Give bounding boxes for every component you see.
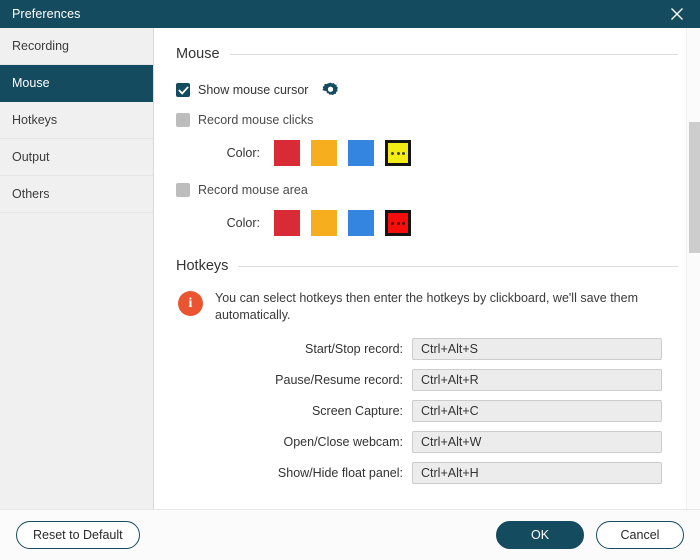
hotkey-row: Show/Hide float panel: Ctrl+Alt+H bbox=[176, 462, 678, 484]
color-label: Color: bbox=[226, 216, 260, 230]
record-mouse-clicks-checkbox[interactable] bbox=[176, 113, 190, 127]
hotkey-row: Open/Close webcam: Ctrl+Alt+W bbox=[176, 431, 678, 453]
section-divider bbox=[229, 53, 678, 55]
record-mouse-clicks-row: Record mouse clicks bbox=[176, 108, 678, 132]
color-label: Color: bbox=[226, 146, 260, 160]
sidebar-item-label: Output bbox=[12, 150, 50, 164]
hotkey-input-start-stop-record[interactable]: Ctrl+Alt+S bbox=[412, 338, 662, 360]
sidebar-item-recording[interactable]: Recording bbox=[0, 28, 153, 65]
preferences-dialog: Preferences Recording Mouse Hotkeys Outp… bbox=[0, 0, 700, 560]
dots-indicator bbox=[391, 151, 405, 155]
hotkey-label: Open/Close webcam: bbox=[283, 435, 403, 449]
show-mouse-cursor-label: Show mouse cursor bbox=[198, 83, 309, 97]
record-mouse-area-label: Record mouse area bbox=[198, 183, 308, 197]
record-area-color-row: Color: bbox=[176, 210, 678, 236]
record-area-swatches bbox=[274, 210, 411, 236]
color-swatch[interactable] bbox=[274, 140, 300, 166]
hotkeys-info-text: You can select hotkeys then enter the ho… bbox=[215, 291, 638, 322]
color-swatch[interactable] bbox=[311, 140, 337, 166]
mouse-section-header: Mouse bbox=[176, 28, 678, 72]
hotkey-input-screen-capture[interactable]: Ctrl+Alt+C bbox=[412, 400, 662, 422]
color-swatch-selected[interactable] bbox=[385, 210, 411, 236]
sidebar-item-mouse[interactable]: Mouse bbox=[0, 65, 153, 102]
sidebar-item-label: Mouse bbox=[12, 76, 50, 90]
show-mouse-cursor-row: Show mouse cursor bbox=[176, 78, 678, 102]
sidebar-item-hotkeys[interactable]: Hotkeys bbox=[0, 102, 153, 139]
sidebar-item-label: Others bbox=[12, 187, 50, 201]
settings-content: Mouse Show mouse cursor Record mouse cli… bbox=[154, 28, 700, 509]
sidebar-item-others[interactable]: Others bbox=[0, 176, 153, 213]
info-icon: i bbox=[178, 291, 203, 316]
color-swatch-selected[interactable] bbox=[385, 140, 411, 166]
section-title-hotkeys: Hotkeys bbox=[176, 258, 229, 274]
section-divider bbox=[238, 265, 678, 267]
record-clicks-color-row: Color: bbox=[176, 140, 678, 166]
sidebar-item-label: Hotkeys bbox=[12, 113, 58, 127]
sidebar: Recording Mouse Hotkeys Output Others bbox=[0, 28, 154, 509]
window-title: Preferences bbox=[12, 7, 81, 21]
hotkeys-info: i You can select hotkeys then enter the … bbox=[176, 290, 678, 324]
gear-icon[interactable] bbox=[322, 82, 339, 99]
color-swatch[interactable] bbox=[348, 140, 374, 166]
hotkeys-section-header: Hotkeys bbox=[176, 236, 678, 284]
content-scrollbar[interactable] bbox=[686, 28, 700, 509]
color-swatch[interactable] bbox=[274, 210, 300, 236]
record-mouse-clicks-label: Record mouse clicks bbox=[198, 113, 314, 127]
ok-button[interactable]: OK bbox=[496, 521, 584, 549]
hotkey-label: Pause/Resume record: bbox=[275, 373, 403, 387]
record-mouse-area-checkbox[interactable] bbox=[176, 183, 190, 197]
dots-indicator bbox=[391, 221, 405, 225]
hotkey-label: Start/Stop record: bbox=[305, 342, 403, 356]
hotkey-list: Start/Stop record: Ctrl+Alt+S Pause/Resu… bbox=[176, 338, 678, 484]
sidebar-item-label: Recording bbox=[12, 39, 69, 53]
hotkey-input-pause-resume-record[interactable]: Ctrl+Alt+R bbox=[412, 369, 662, 391]
record-clicks-swatches bbox=[274, 140, 411, 166]
title-bar: Preferences bbox=[0, 0, 700, 28]
footer-actions: OK Cancel bbox=[496, 521, 684, 549]
dialog-body: Recording Mouse Hotkeys Output Others Mo… bbox=[0, 28, 700, 510]
hotkey-row: Start/Stop record: Ctrl+Alt+S bbox=[176, 338, 678, 360]
hotkey-label: Show/Hide float panel: bbox=[277, 466, 403, 480]
reset-to-default-button[interactable]: Reset to Default bbox=[16, 521, 140, 549]
section-title-mouse: Mouse bbox=[176, 46, 220, 62]
show-mouse-cursor-checkbox[interactable] bbox=[176, 83, 190, 97]
scrollbar-thumb[interactable] bbox=[689, 122, 700, 253]
color-swatch[interactable] bbox=[348, 210, 374, 236]
cancel-button[interactable]: Cancel bbox=[596, 521, 684, 549]
close-icon[interactable] bbox=[654, 0, 700, 28]
color-swatch[interactable] bbox=[311, 210, 337, 236]
hotkey-row: Pause/Resume record: Ctrl+Alt+R bbox=[176, 369, 678, 391]
sidebar-item-output[interactable]: Output bbox=[0, 139, 153, 176]
dialog-footer: Reset to Default OK Cancel bbox=[0, 510, 700, 560]
hotkey-row: Screen Capture: Ctrl+Alt+C bbox=[176, 400, 678, 422]
hotkey-input-open-close-webcam[interactable]: Ctrl+Alt+W bbox=[412, 431, 662, 453]
hotkey-label: Screen Capture: bbox=[311, 404, 403, 418]
record-mouse-area-row: Record mouse area bbox=[176, 178, 678, 202]
hotkey-input-show-hide-float-panel[interactable]: Ctrl+Alt+H bbox=[412, 462, 662, 484]
